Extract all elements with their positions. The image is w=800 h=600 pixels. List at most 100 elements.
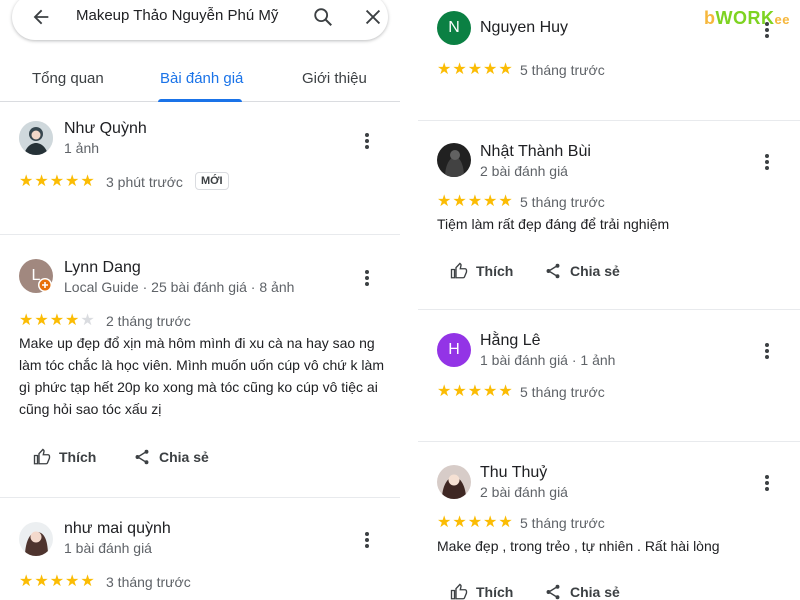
back-arrow-icon[interactable] <box>30 6 52 28</box>
reviewer-meta: 1 bài đánh giá · 1 ảnh <box>480 352 616 368</box>
star-rating: ★★★★★ <box>19 312 96 329</box>
share-icon <box>546 263 560 279</box>
divider <box>0 497 400 498</box>
star-rating: ★★★★★ <box>437 61 514 78</box>
divider <box>418 441 800 442</box>
star-filled-icon: ★ <box>498 193 513 210</box>
star-filled-icon: ★ <box>34 573 49 590</box>
bworkee-logo: bWORKee <box>704 8 790 28</box>
more-options-icon[interactable] <box>764 342 770 360</box>
reviewer-name[interactable]: Nhật Thành Bùi <box>480 143 591 161</box>
more-options-icon[interactable] <box>364 531 370 549</box>
star-filled-icon: ★ <box>65 312 80 329</box>
star-filled-icon: ★ <box>452 193 467 210</box>
star-filled-icon: ★ <box>34 312 49 329</box>
star-filled-icon: ★ <box>34 173 49 190</box>
star-filled-icon: ★ <box>452 514 467 531</box>
avatar[interactable]: H <box>437 333 471 367</box>
review-time: 5 tháng trước <box>520 194 605 210</box>
share-label: Chia sẻ <box>570 584 620 600</box>
share-label: Chia sẻ <box>570 263 620 279</box>
star-filled-icon: ★ <box>437 514 452 531</box>
more-options-icon[interactable] <box>764 21 770 39</box>
star-filled-icon: ★ <box>49 573 65 590</box>
star-filled-icon: ★ <box>452 383 467 400</box>
reviewer-name[interactable]: như mai quỳnh <box>64 520 171 538</box>
avatar[interactable] <box>437 465 471 499</box>
star-empty-icon: ★ <box>80 312 95 329</box>
more-options-icon[interactable] <box>364 269 370 287</box>
more-options-icon[interactable] <box>764 474 770 492</box>
star-filled-icon: ★ <box>65 573 80 590</box>
local-guide-icon <box>38 278 52 292</box>
star-filled-icon: ★ <box>498 514 513 531</box>
left-panel: Makeup Thảo Nguyễn Phú Mỹ Tổng quan Bài … <box>0 0 400 600</box>
divider <box>0 234 400 235</box>
tab-about[interactable]: Giới thiệu <box>302 70 367 87</box>
star-filled-icon: ★ <box>498 61 513 78</box>
review-time: 3 tháng trước <box>106 574 191 590</box>
star-filled-icon: ★ <box>467 193 483 210</box>
star-rating: ★★★★★ <box>19 573 96 590</box>
reviewer-name[interactable]: Nguyen Huy <box>480 19 568 37</box>
search-icon[interactable] <box>312 6 334 28</box>
star-filled-icon: ★ <box>483 514 498 531</box>
star-filled-icon: ★ <box>80 573 95 590</box>
tab-overview[interactable]: Tổng quan <box>32 70 104 87</box>
avatar[interactable] <box>19 522 53 556</box>
search-query[interactable]: Makeup Thảo Nguyễn Phú Mỹ <box>76 7 278 24</box>
reviewer-name[interactable]: Hằng Lê <box>480 332 541 350</box>
star-filled-icon: ★ <box>467 61 483 78</box>
star-filled-icon: ★ <box>19 312 34 329</box>
right-panel: bWORKee N Nguyen Huy ★★★★★ 5 tháng trước… <box>418 0 800 600</box>
reviewer-meta: 2 bài đánh giá <box>480 163 568 179</box>
like-label: Thích <box>476 584 514 600</box>
share-button[interactable]: Chia sẻ <box>544 263 634 283</box>
star-filled-icon: ★ <box>19 173 34 190</box>
new-badge: MỚI <box>195 172 229 190</box>
close-icon[interactable] <box>362 6 384 28</box>
star-filled-icon: ★ <box>65 173 80 190</box>
avatar-letter: N <box>448 19 460 36</box>
star-filled-icon: ★ <box>49 173 65 190</box>
share-label: Chia sẻ <box>159 449 209 465</box>
star-filled-icon: ★ <box>80 173 95 190</box>
review-time: 2 tháng trước <box>106 313 191 329</box>
thumbs-up-icon <box>450 583 468 600</box>
star-rating: ★★★★★ <box>437 383 514 400</box>
divider <box>418 120 800 121</box>
reviewer-name[interactable]: Lynn Dang <box>64 259 141 277</box>
star-rating: ★★★★★ <box>437 514 514 531</box>
reviewer-name[interactable]: Như Quỳnh <box>64 120 147 138</box>
tab-reviews[interactable]: Bài đánh giá <box>160 70 243 87</box>
active-tab-indicator <box>158 99 242 102</box>
star-filled-icon: ★ <box>467 514 483 531</box>
tab-bar: Tổng quan Bài đánh giá Giới thiệu <box>0 56 400 102</box>
reviewer-meta: 2 bài đánh giá <box>480 484 568 500</box>
more-options-icon[interactable] <box>764 153 770 171</box>
more-options-icon[interactable] <box>364 132 370 150</box>
like-button[interactable]: Thích <box>450 583 530 600</box>
like-button[interactable]: Thích <box>33 448 113 469</box>
avatar-letter: H <box>448 341 460 358</box>
star-filled-icon: ★ <box>483 193 498 210</box>
divider <box>418 309 800 310</box>
review-time: 5 tháng trước <box>520 515 605 531</box>
avatar[interactable] <box>19 121 53 155</box>
avatar[interactable] <box>437 143 471 177</box>
review-time: 3 phút trước <box>106 174 183 190</box>
star-filled-icon: ★ <box>498 383 513 400</box>
search-bar[interactable]: Makeup Thảo Nguyễn Phú Mỹ <box>12 0 388 40</box>
avatar[interactable]: N <box>437 11 471 45</box>
share-button[interactable]: Chia sẻ <box>544 584 634 600</box>
star-filled-icon: ★ <box>452 61 467 78</box>
like-button[interactable]: Thích <box>450 262 530 283</box>
like-label: Thích <box>59 449 97 465</box>
review-text: Make đẹp , trong trẻo , tự nhiên . Rất h… <box>437 538 720 554</box>
review-time: 5 tháng trước <box>520 62 605 78</box>
reviewer-name[interactable]: Thu Thuỷ <box>480 464 547 482</box>
thumbs-up-icon <box>450 262 468 279</box>
star-filled-icon: ★ <box>437 193 452 210</box>
reviewer-meta: Local Guide · 25 bài đánh giá · 8 ảnh <box>64 279 295 295</box>
share-button[interactable]: Chia sẻ <box>133 449 223 469</box>
